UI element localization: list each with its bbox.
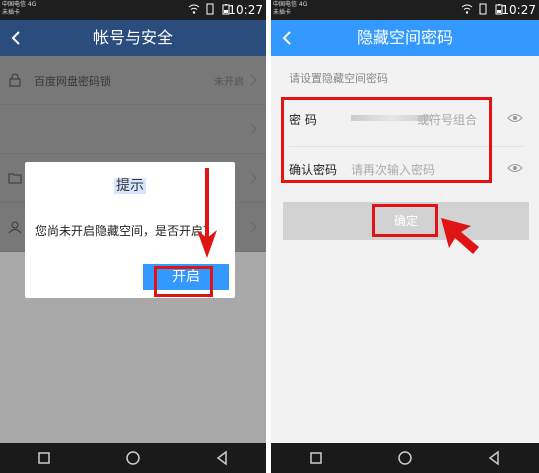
recent-apps-icon[interactable] (308, 450, 324, 466)
password-hint: 请设置隐藏空间密码 (289, 72, 388, 85)
carrier-info: 中国电信 4G 未插卡 (273, 1, 307, 17)
back-arrow-icon[interactable] (279, 29, 297, 47)
right-phone-screen: 中国电信 4G 未插卡 10:27 隐藏空间密码 请设置隐藏空间密码 密 码 或… (271, 0, 539, 473)
page-title: 隐藏空间密码 (356, 28, 453, 47)
eye-icon[interactable] (507, 162, 523, 174)
back-icon[interactable] (486, 450, 502, 466)
app-bar: 隐藏空间密码 (271, 20, 539, 56)
carrier-name: 中国电信 4G (273, 1, 308, 8)
carrier-info: 中国电信 4G 未插卡 (2, 1, 36, 17)
page-title: 帐号与安全 (92, 28, 173, 47)
system-nav-bar (271, 443, 539, 473)
status-bar: 中国电信 4G 未插卡 10:27 (271, 0, 539, 20)
wifi-icon (188, 4, 200, 14)
sim-icon (479, 3, 487, 15)
home-icon[interactable] (397, 450, 413, 466)
eye-icon[interactable] (507, 112, 523, 124)
carrier-name: 中国电信 4G (2, 1, 37, 8)
highlight-password-fields (281, 97, 492, 183)
clock: 10:27 (501, 3, 536, 17)
system-icons (188, 3, 232, 15)
back-arrow-icon[interactable] (8, 29, 26, 47)
system-nav-bar (0, 443, 266, 473)
highlight-confirm-button (372, 204, 438, 237)
sim-status: 未插卡 (273, 9, 292, 16)
sim-icon (206, 3, 214, 15)
status-bar: 中国电信 4G 未插卡 10:27 (0, 0, 266, 20)
app-bar: 帐号与安全 (0, 20, 266, 56)
annotation-arrow-up-left-icon (441, 218, 479, 254)
wifi-icon (461, 4, 473, 14)
left-phone-screen: 中国电信 4G 未插卡 10:27 帐号与安全 百度网盘密码锁 未开启 提示 您… (0, 0, 266, 473)
system-icons (461, 3, 505, 15)
annotation-arrow-down-icon (197, 168, 217, 258)
sim-status: 未插卡 (2, 9, 21, 16)
clock: 10:27 (228, 3, 263, 17)
recent-apps-icon[interactable] (36, 450, 52, 466)
back-icon[interactable] (214, 450, 230, 466)
highlight-enable-button (154, 266, 213, 297)
home-icon[interactable] (125, 450, 141, 466)
